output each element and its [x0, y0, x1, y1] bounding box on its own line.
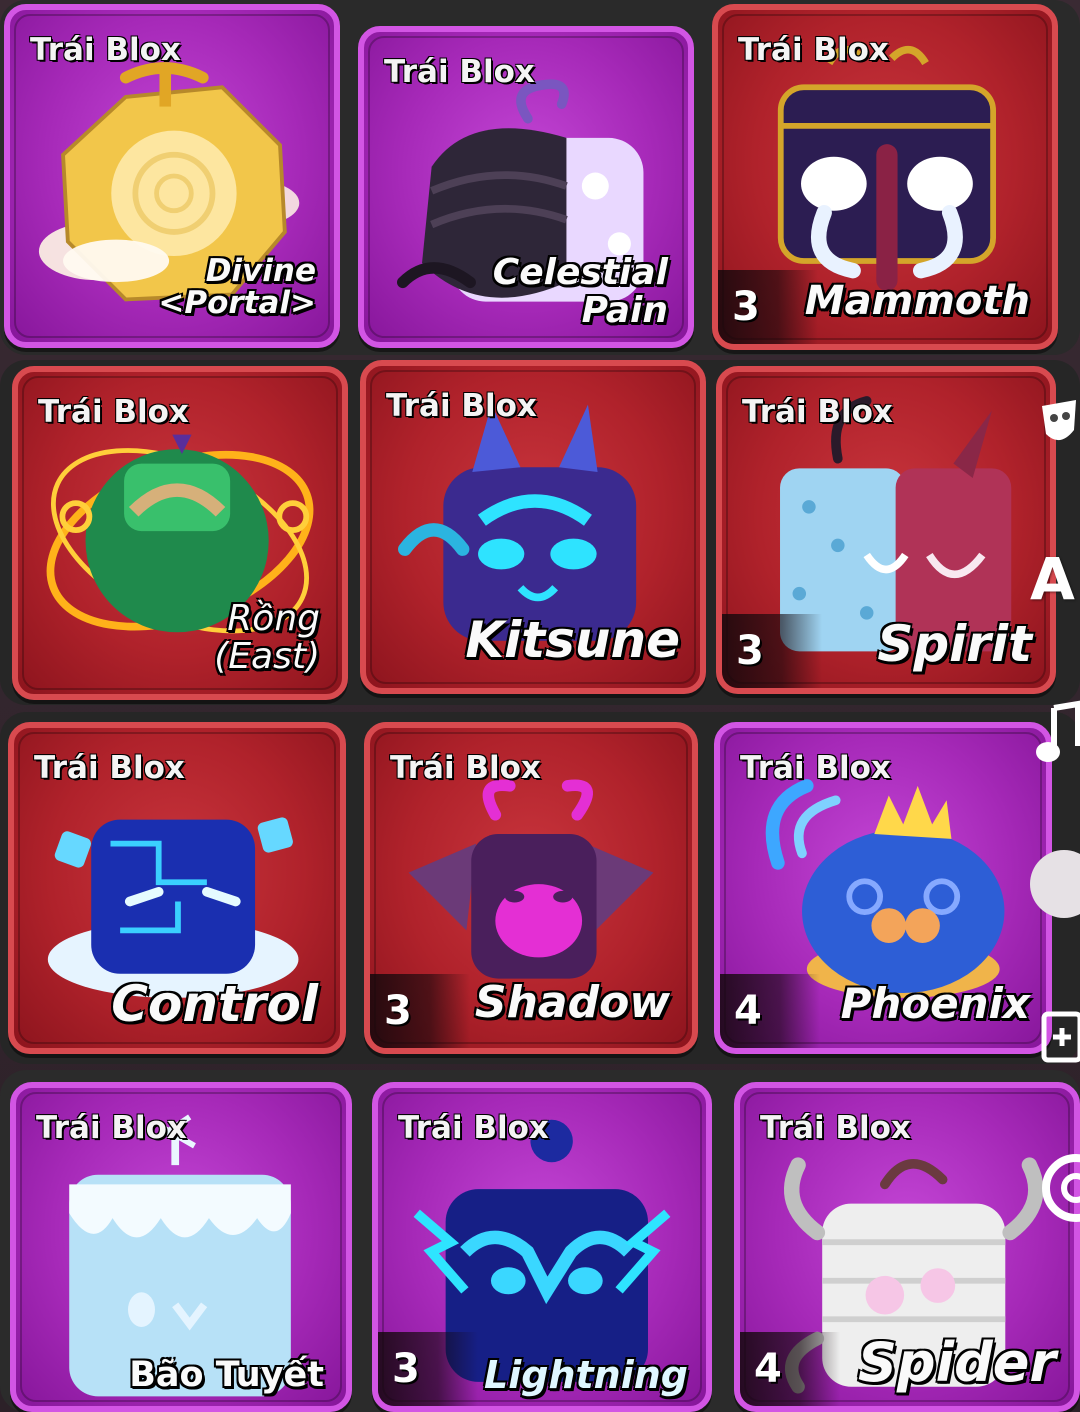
- fruit-count-badge: 4: [740, 1332, 840, 1406]
- fruit-card-lightning[interactable]: Trái Blox 3 Lightning: [372, 1082, 712, 1412]
- fruit-type-label: Trái Blox: [386, 388, 537, 424]
- fruit-card-spirit[interactable]: Trái Blox 3 Spirit: [716, 366, 1056, 694]
- fruit-count-badge: 3: [718, 270, 818, 344]
- fruit-card-shadow[interactable]: Trái Blox 3 Shadow: [364, 722, 698, 1054]
- fruit-count-badge: 3: [722, 614, 822, 688]
- fruit-name-label: Shadow: [474, 976, 670, 1028]
- fruit-name-label: Mammoth: [804, 278, 1030, 324]
- fruit-count-badge: 4: [720, 974, 820, 1048]
- fruit-name-label: Bão Tuyết: [129, 1355, 324, 1396]
- fruit-name-label: Control: [111, 974, 318, 1033]
- fruit-name-label: Spider: [858, 1331, 1056, 1395]
- fruit-type-label: Trái Blox: [34, 750, 185, 786]
- fruit-inventory-grid: Trái Blox Divine <Portal> Trái Blox Cele…: [0, 0, 1080, 1412]
- ring-icon[interactable]: [1030, 1148, 1080, 1228]
- fruit-count-badge: 3: [370, 974, 470, 1048]
- fruit-name-label: Spirit: [877, 614, 1032, 673]
- fruit-name-label: Divine <Portal>: [158, 252, 316, 322]
- fruit-type-label: Trái Blox: [30, 32, 181, 68]
- fruit-card-kitsune[interactable]: Trái Blox Kitsune: [360, 360, 706, 694]
- fruit-card-rong-east[interactable]: Trái Blox Rồng (East): [12, 366, 348, 700]
- add-icon[interactable]: [1038, 1000, 1080, 1072]
- fruit-card-divine-portal[interactable]: Trái Blox Divine <Portal>: [4, 4, 340, 348]
- fruit-name-label: Phoenix: [840, 978, 1030, 1028]
- text-icon[interactable]: A: [1030, 545, 1080, 613]
- fruit-type-label: Trái Blox: [760, 1110, 911, 1146]
- music-icon[interactable]: [1034, 700, 1080, 770]
- fruit-card-phoenix[interactable]: Trái Blox 4 Phoenix: [714, 722, 1052, 1054]
- fruit-count-badge: 3: [378, 1332, 478, 1406]
- fruit-name-label: Kitsune: [465, 610, 680, 669]
- fruit-type-label: Trái Blox: [384, 54, 535, 90]
- circle-icon[interactable]: [1028, 848, 1080, 920]
- fruit-type-label: Trái Blox: [36, 1110, 187, 1146]
- fruit-type-label: Trái Blox: [38, 394, 189, 430]
- masks-icon[interactable]: [1036, 390, 1080, 460]
- fruit-name-label: Celestial Pain: [492, 252, 668, 332]
- fruit-card-spider[interactable]: Trái Blox 4 Spider: [734, 1082, 1080, 1412]
- fruit-card-bao-tuyet[interactable]: Trái Blox Bão Tuyết: [10, 1082, 352, 1412]
- fruit-card-control[interactable]: Trái Blox Control: [8, 722, 346, 1054]
- fruit-type-label: Trái Blox: [398, 1110, 549, 1146]
- fruit-type-label: Trái Blox: [740, 750, 891, 786]
- fruit-name-label: Lightning: [484, 1353, 688, 1398]
- fruit-type-label: Trái Blox: [742, 394, 893, 430]
- fruit-type-label: Trái Blox: [738, 32, 889, 68]
- fruit-card-mammoth[interactable]: Trái Blox 3 Mammoth: [712, 4, 1058, 350]
- fruit-card-celestial-pain[interactable]: Trái Blox Celestial Pain: [358, 26, 694, 348]
- fruit-name-label: Rồng (East): [214, 598, 320, 678]
- fruit-type-label: Trái Blox: [390, 750, 541, 786]
